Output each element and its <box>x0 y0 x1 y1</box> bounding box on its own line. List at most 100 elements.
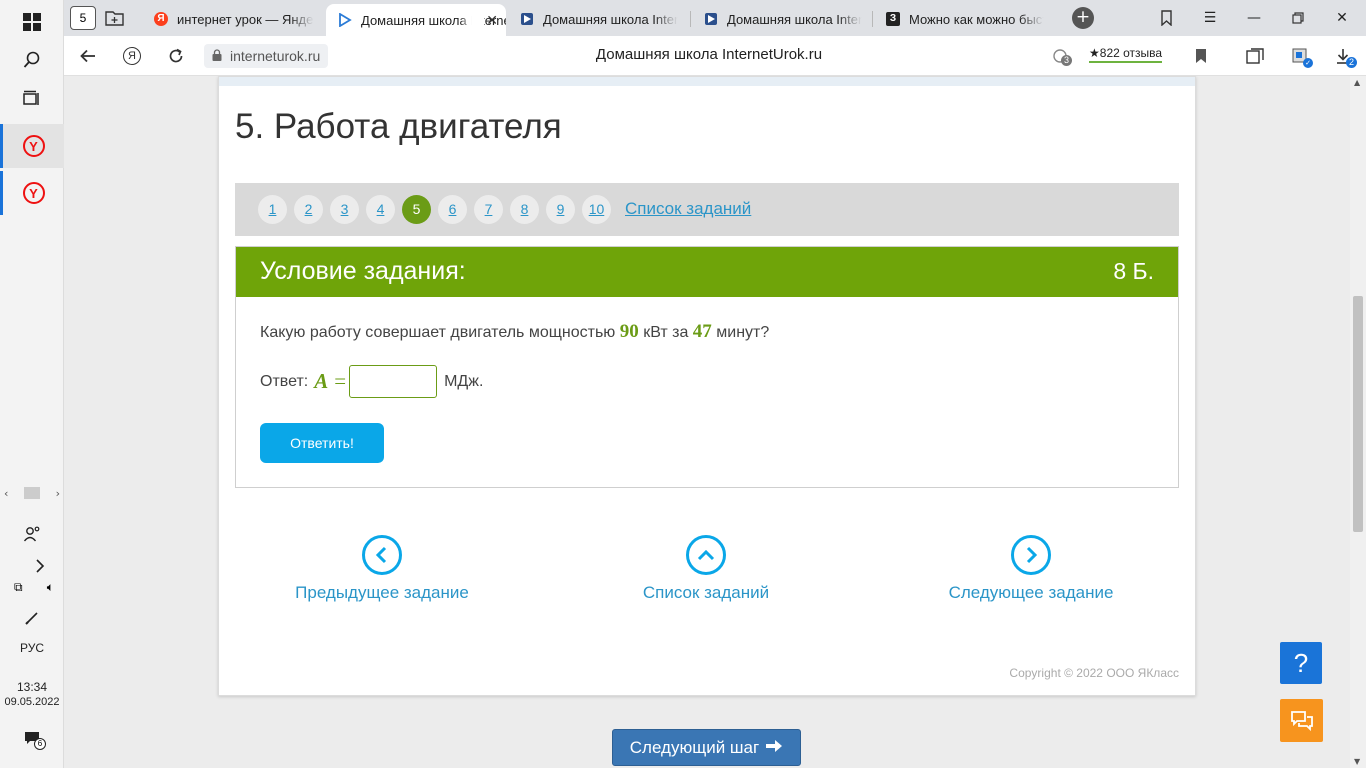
restore-icon[interactable] <box>1276 0 1320 36</box>
chat-bubbles-icon <box>1290 710 1313 731</box>
question-text-1: Какую работу совершает двигатель мощност… <box>260 324 616 341</box>
pager-item-10[interactable]: 10 <box>582 195 611 224</box>
check-badge-icon: ✓ <box>1303 58 1313 68</box>
chevron-left-circle-icon[interactable] <box>362 535 402 575</box>
chat-button[interactable] <box>1280 699 1323 742</box>
close-window-icon[interactable]: ✕ <box>1320 0 1364 36</box>
answer-variable: A <box>314 369 329 393</box>
downloads-icon[interactable]: 2 <box>1332 45 1358 68</box>
next-task-link[interactable]: Следующее задание <box>931 535 1131 603</box>
blocked-count-badge: 3 <box>1061 55 1073 66</box>
network-icon[interactable]: ⧉ <box>14 580 23 595</box>
prev-task-link[interactable]: Предыдущее задание <box>282 535 482 603</box>
back-arrow-icon[interactable] <box>74 44 102 68</box>
pager-item-5-active[interactable]: 5 <box>402 195 431 224</box>
pager-item-8[interactable]: 8 <box>510 195 539 224</box>
windows-taskbar: Y Y ‹ › ⧉ 🔈︎ РУС 13:34 09.05.2022 6 <box>0 0 64 768</box>
tab-active-internetUrok[interactable]: Домашняя школа InternetUrok.ru ✕ <box>326 4 506 36</box>
arrow-right-icon <box>765 738 783 758</box>
chevron-up-circle-icon[interactable] <box>686 535 726 575</box>
pen-icon[interactable] <box>0 596 64 640</box>
scroll-thumb[interactable] <box>1353 296 1363 532</box>
internetUrok-icon <box>520 12 534 26</box>
scroll-down-arrow-icon[interactable]: ▼ <box>1354 757 1360 766</box>
tab-internetUrok-3[interactable]: Домашняя школа InternetUrok.ru <box>692 4 872 34</box>
pager-item-3[interactable]: 3 <box>330 195 359 224</box>
chevron-right-icon[interactable]: › <box>56 487 60 500</box>
volume-icon[interactable]: 🔈︎ <box>47 580 54 595</box>
tab-internetUrok-2[interactable]: Домашняя школа InternetUrok.ru <box>508 4 688 34</box>
answer-unit: МДж. <box>444 372 484 390</box>
pager-item-9[interactable]: 9 <box>546 195 575 224</box>
tab-title: Домашняя школа InternetUrok.ru <box>361 12 506 28</box>
task-question: Какую работу совершает двигатель мощност… <box>260 321 769 343</box>
browser-tabbar: 5 Я интернет урок — Яндекс Домашняя школ… <box>64 0 1366 36</box>
question-text-3: минут? <box>716 324 770 341</box>
znanija-icon: З <box>886 12 900 26</box>
task-list-nav-label[interactable]: Список заданий <box>643 583 769 602</box>
menu-icon[interactable]: ☰ <box>1188 0 1232 36</box>
notification-count-badge: 6 <box>34 738 46 750</box>
tab-yandex-search[interactable]: Я интернет урок — Яндекс <box>142 4 324 34</box>
answer-label: Ответ: <box>260 372 309 390</box>
tray-icons: ⧉ 🔈︎ <box>14 580 54 595</box>
pager-item-4[interactable]: 4 <box>366 195 395 224</box>
next-task-label[interactable]: Следующее задание <box>949 583 1114 602</box>
yandex-home-icon[interactable]: Я <box>118 44 146 68</box>
yandex-icon: Я <box>154 12 168 26</box>
task-header: Условие задания: 8 Б. <box>236 247 1178 297</box>
new-tab-group-icon[interactable] <box>104 8 126 28</box>
clock-date[interactable]: 09.05.2022 <box>0 696 64 708</box>
yandex-browser-taskbar-icon-2[interactable]: Y <box>0 171 64 215</box>
copyright-text: Copyright © 2022 ООО ЯКласс <box>1009 666 1179 680</box>
protect-icon[interactable]: 3 <box>1049 45 1073 67</box>
bookmark-icon[interactable] <box>1190 45 1212 67</box>
collections-icon[interactable] <box>1144 0 1188 36</box>
task-header-title: Условие задания: <box>260 257 466 285</box>
help-question-button[interactable]: ? <box>1280 642 1322 684</box>
submit-answer-button[interactable]: Ответить! <box>260 423 384 463</box>
task-pager: 1 2 3 4 5 6 7 8 9 10 Список заданий <box>235 183 1179 236</box>
task-list-link[interactable]: Список заданий <box>625 199 751 219</box>
extension-icon[interactable]: ✓ <box>1289 45 1313 68</box>
pager-item-7[interactable]: 7 <box>474 195 503 224</box>
scroll-handle[interactable] <box>24 487 40 499</box>
tab-counter-button[interactable]: 5 <box>70 6 96 30</box>
language-indicator[interactable]: РУС <box>0 641 64 655</box>
power-value: 90 <box>619 321 639 342</box>
address-bar: Я interneturok.ru Домашняя школа Interne… <box>64 36 1366 76</box>
time-value: 47 <box>692 321 712 342</box>
scroll-up-arrow-icon[interactable]: ▲ <box>1354 78 1360 87</box>
task-list-nav-link[interactable]: Список заданий <box>606 535 806 603</box>
bookmarks-panel-icon[interactable] <box>1244 45 1266 67</box>
chevron-right-circle-icon[interactable] <box>1011 535 1051 575</box>
pager-item-1[interactable]: 1 <box>258 195 287 224</box>
chevron-left-icon[interactable]: ‹ <box>4 487 8 500</box>
task-box: Условие задания: 8 Б. Какую работу совер… <box>235 246 1179 488</box>
page-scrollbar[interactable]: ▲ ▼ <box>1350 76 1366 768</box>
url-field[interactable]: interneturok.ru <box>204 44 329 68</box>
reviews-count: 822 отзыва <box>1099 46 1163 60</box>
clock-time[interactable]: 13:34 <box>0 680 64 694</box>
answer-input[interactable] <box>349 365 438 398</box>
tab-znanija[interactable]: З Можно как можно быстрее <box>874 4 1054 34</box>
lock-icon[interactable] <box>212 48 222 64</box>
task-view-icon[interactable] <box>0 77 64 121</box>
minimize-icon[interactable]: — <box>1232 0 1276 36</box>
yandex-browser-taskbar-icon[interactable]: Y <box>0 124 64 168</box>
downloads-count-badge: 2 <box>1346 57 1358 68</box>
reviews-link[interactable]: ★822 отзыва <box>1089 46 1163 63</box>
taskbar-scroller[interactable]: ‹ › <box>4 486 60 500</box>
notification-center-icon[interactable]: 6 <box>24 730 46 750</box>
next-step-button[interactable]: Следующий шаг <box>612 729 801 766</box>
reload-icon[interactable] <box>162 44 190 68</box>
new-tab-plus-icon[interactable]: + <box>1072 7 1094 29</box>
pager-item-6[interactable]: 6 <box>438 195 467 224</box>
close-tab-icon[interactable]: ✕ <box>486 12 498 29</box>
lesson-card: 5. Работа двигателя 1 2 3 4 5 6 7 8 9 10… <box>218 76 1196 696</box>
prev-task-label[interactable]: Предыдущее задание <box>295 583 469 602</box>
pager-item-2[interactable]: 2 <box>294 195 323 224</box>
internetUrok-icon <box>338 12 352 28</box>
search-icon[interactable] <box>0 38 64 82</box>
url-text: interneturok.ru <box>230 48 321 64</box>
